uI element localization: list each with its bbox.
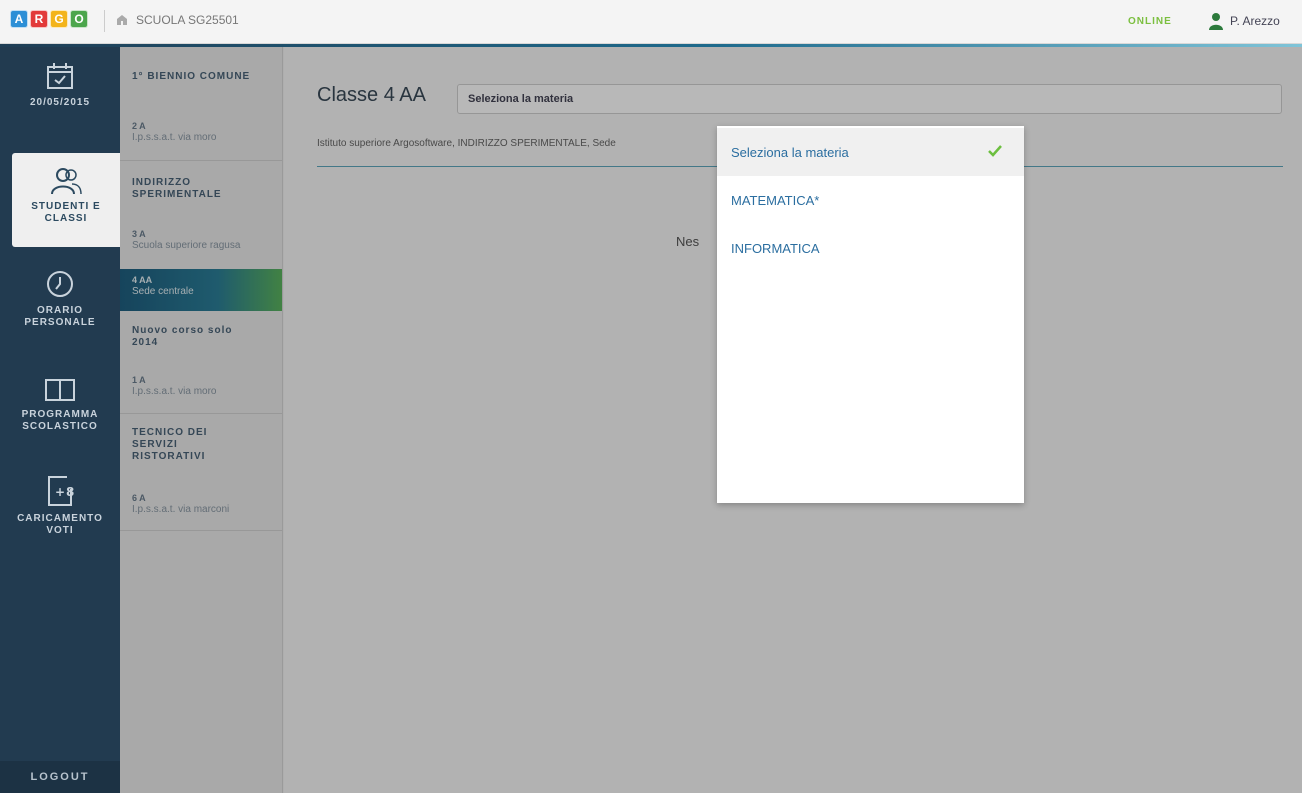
user-name: P. Arezzo	[1230, 14, 1280, 28]
option-label: INFORMATICA	[731, 240, 820, 256]
check-icon	[988, 145, 1002, 157]
current-date: 20/05/2015	[29, 97, 91, 108]
nav-studenti-e-classi[interactable]: STUDENTI E CLASSI	[12, 153, 120, 247]
online-status: ONLINE	[1128, 16, 1172, 27]
nav-label-studenti: STUDENTI E CLASSI	[31, 201, 101, 224]
nav-caricamento-voti[interactable]: +8 CARICAMENTO VOTI	[0, 475, 120, 565]
dropdown-option-seleziona[interactable]: Seleziona la materia	[717, 128, 1024, 176]
book-icon	[45, 379, 75, 401]
nav-orario-personale[interactable]: ORARIO PERSONALE	[0, 269, 120, 349]
nav-label-caricamento: CARICAMENTO VOTI	[17, 513, 103, 536]
option-label: MATEMATICA*	[731, 192, 820, 208]
nav-date[interactable]: 20/05/2015	[0, 61, 120, 161]
calendar-icon	[47, 63, 73, 89]
nav-programma-scolastico[interactable]: PROGRAMMA SCOLASTICO	[0, 377, 120, 457]
school-selector[interactable]: SCUOLA SG25501	[116, 13, 239, 27]
logo-letter-o: O	[70, 10, 88, 28]
subject-dropdown: Seleziona la materia MATEMATICA* INFORMA…	[717, 126, 1024, 503]
students-icon	[51, 168, 82, 195]
nav-label-programma: PROGRAMMA SCOLASTICO	[21, 409, 99, 432]
user-icon	[1209, 13, 1223, 30]
dropdown-option-informatica[interactable]: INFORMATICA	[717, 224, 1024, 272]
school-name: SCUOLA SG25501	[136, 13, 239, 27]
dropdown-option-matematica[interactable]: MATEMATICA*	[717, 176, 1024, 224]
clock-icon	[47, 271, 73, 297]
nav-label-orario: ORARIO PERSONALE	[24, 305, 96, 328]
grade-upload-icon: +8	[48, 476, 75, 506]
logo-letter-g: G	[50, 10, 68, 28]
logo-letter-r: R	[30, 10, 48, 28]
option-label: Seleziona la materia	[731, 144, 849, 160]
argo-logo[interactable]: A R G O	[10, 10, 88, 28]
svg-text:+8: +8	[55, 485, 75, 499]
dropdown-backdrop[interactable]	[120, 47, 1302, 793]
logout-button[interactable]: LOGOUT	[0, 761, 120, 793]
school-icon	[117, 15, 127, 25]
user-menu[interactable]: P. Arezzo	[1208, 12, 1280, 30]
topbar-divider	[104, 10, 105, 32]
logo-letter-a: A	[10, 10, 28, 28]
top-bar: A R G O SCUOLA SG25501 ONLINE P. Arezzo	[0, 0, 1302, 44]
left-nav: 20/05/2015 STUDENTI E CLASSI ORARIO PERS…	[0, 47, 120, 793]
